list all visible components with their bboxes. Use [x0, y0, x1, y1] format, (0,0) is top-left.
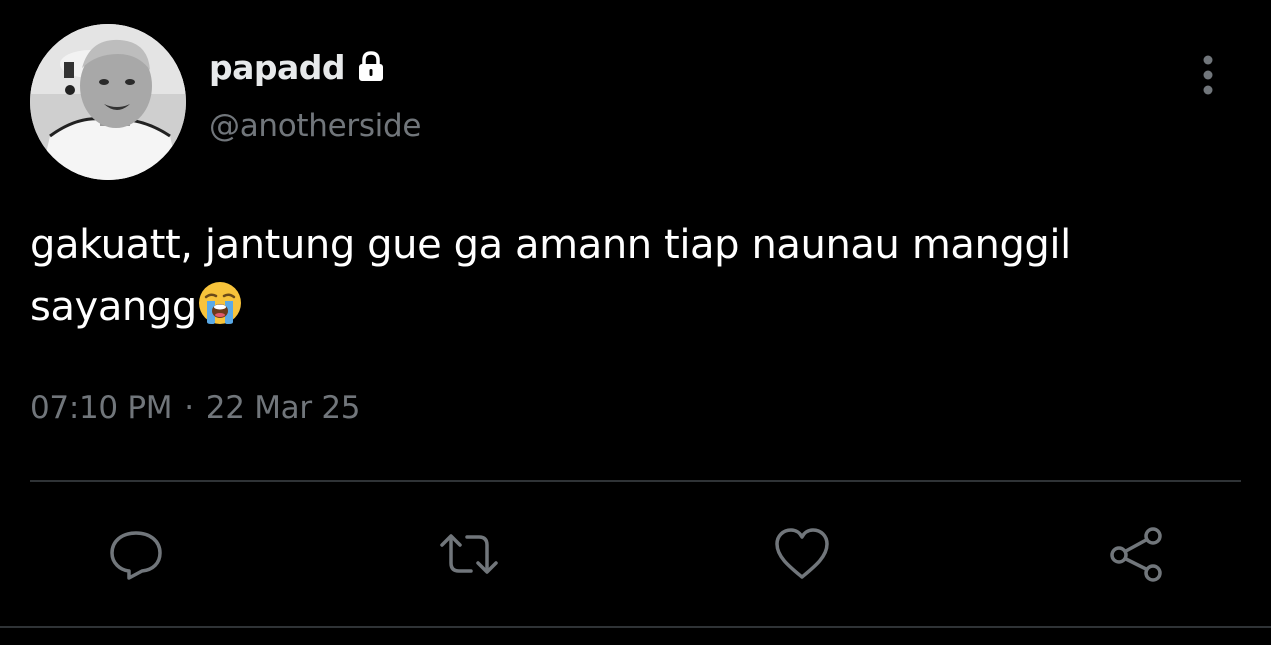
bottom-divider [0, 626, 1271, 628]
author-handle[interactable]: @anotherside [209, 108, 421, 144]
profile-photo [30, 24, 186, 180]
retweet-icon [440, 534, 498, 574]
avatar[interactable] [30, 24, 186, 180]
like-button[interactable] [770, 522, 834, 586]
lock-icon [353, 49, 389, 85]
more-vertical-icon [1203, 55, 1213, 95]
tweet-time: 07:10 PM [30, 390, 173, 426]
tweet-timestamp[interactable]: 07:10 PM · 22 Mar 25 [30, 390, 360, 426]
share-button[interactable] [1104, 522, 1168, 586]
more-options-button[interactable] [1190, 50, 1226, 100]
tweet-text-line-2: sayangg [30, 276, 1230, 344]
display-name[interactable]: papadd [209, 48, 346, 87]
tweet-date: 22 Mar 25 [205, 390, 361, 426]
like-icon [775, 528, 829, 579]
retweet-button[interactable] [437, 522, 501, 586]
share-icon [1110, 527, 1162, 582]
loudly-crying-face-icon [197, 280, 243, 344]
meta-separator: · [184, 390, 194, 426]
divider [30, 480, 1241, 482]
tweet-text-line-1: gakuatt, jantung gue ga amann tiap nauna… [30, 222, 1071, 268]
reply-icon [110, 531, 162, 580]
reply-button[interactable] [104, 522, 168, 586]
author-name-row[interactable]: papadd [209, 44, 389, 90]
tweet-text-line-2-text: sayangg [30, 284, 197, 330]
tweet-text: gakuatt, jantung gue ga amann tiap nauna… [30, 214, 1230, 344]
